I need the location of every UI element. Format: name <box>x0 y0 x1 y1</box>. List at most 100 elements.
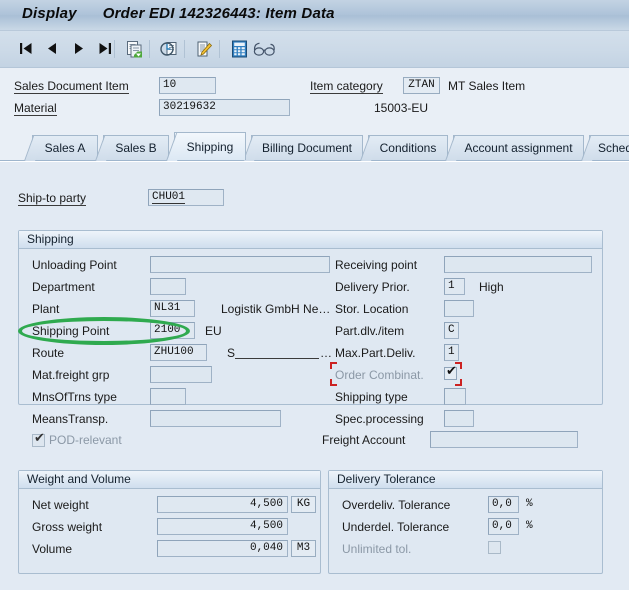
shipping-point-field[interactable]: 2100 <box>150 322 195 339</box>
underdel-tolerance-unit: % <box>526 520 533 532</box>
route-field[interactable]: ZHU100 <box>150 344 207 361</box>
net-weight-field[interactable]: 4,500 <box>157 496 288 513</box>
application-toolbar <box>0 31 629 68</box>
shipping-type-field[interactable] <box>444 388 466 405</box>
previous-record-icon <box>47 43 56 54</box>
display-header-details-icon <box>197 41 212 56</box>
tab-shipping[interactable]: Shipping <box>174 132 246 160</box>
toolbar-separator <box>219 40 220 58</box>
spec-processing-field[interactable] <box>444 410 474 427</box>
tab-billing-document[interactable]: Billing Document <box>251 135 363 160</box>
sales-document-item-label: Sales Document Item <box>14 79 129 94</box>
copy-items-button[interactable] <box>122 37 146 61</box>
unloading-point-label: Unloading Point <box>32 258 117 272</box>
availability-button[interactable] <box>227 37 251 61</box>
copy-documents-icon <box>126 40 142 57</box>
tab-label: Sales A <box>44 141 86 155</box>
last-record-icon <box>99 43 111 54</box>
route-description-ellipsis: … <box>320 346 332 360</box>
delivery-tolerance-group-title: Delivery Tolerance <box>329 471 602 489</box>
underdel-tolerance-label: Underdel. Tolerance <box>342 520 450 534</box>
glasses-icon <box>253 42 275 56</box>
tab-account-assignment[interactable]: Account assignment <box>453 135 584 160</box>
freight-account-label: Freight Account <box>322 433 406 447</box>
shipping-group-title: Shipping <box>19 231 602 249</box>
last-record-button[interactable] <box>92 37 116 61</box>
toolbar-separator <box>184 40 185 58</box>
department-field[interactable] <box>150 278 186 295</box>
receiving-point-field[interactable] <box>444 256 592 273</box>
next-record-icon <box>74 43 83 54</box>
part-dlv-item-field[interactable]: C <box>444 322 459 339</box>
route-label: Route <box>32 346 65 360</box>
volume-unit-field[interactable]: M3 <box>291 540 316 557</box>
document-flow-button[interactable] <box>157 37 181 61</box>
ship-to-party-field[interactable]: CHU01 <box>148 189 224 206</box>
route-description-fill <box>235 358 319 359</box>
tab-schedule-lines[interactable]: Sched <box>589 135 629 160</box>
toolbar-separator <box>149 40 150 58</box>
title-object: Order EDI 142326443: Item Data <box>102 5 335 22</box>
ship-to-party-label: Ship-to party <box>18 191 87 206</box>
first-record-button[interactable] <box>14 37 38 61</box>
max-part-deliv-field[interactable]: 1 <box>444 344 459 361</box>
overdeliv-tolerance-field[interactable]: 0,0 <box>488 496 519 513</box>
shipping-point-description: EU <box>205 324 222 338</box>
overdeliv-tolerance-label: Overdeliv. Tolerance <box>342 498 451 512</box>
tab-label: Shipping <box>186 139 234 154</box>
unloading-point-field[interactable] <box>150 256 330 273</box>
mat-freight-grp-field[interactable] <box>150 366 212 383</box>
document-header-area: Sales Document Item 10 Material 30219632… <box>0 68 629 130</box>
ship-to-party-value: CHU01 <box>152 191 186 204</box>
gross-weight-label: Gross weight <box>32 520 103 534</box>
pod-relevant-checkbox[interactable]: ✔ <box>32 431 45 447</box>
item-category-label: Item category <box>310 79 383 94</box>
sales-document-item-field[interactable]: 10 <box>159 77 216 94</box>
pod-relevant-label: POD-relevant <box>49 433 122 447</box>
tab-label: Billing Document <box>261 141 353 155</box>
mns-of-trns-type-field[interactable] <box>150 388 186 405</box>
gross-weight-field[interactable]: 4,500 <box>157 518 288 535</box>
weight-volume-group-box: Weight and Volume Net weight 4,500 KG Gr… <box>18 470 321 574</box>
display-doc-header-button[interactable] <box>192 37 216 61</box>
underdel-tolerance-field[interactable]: 0,0 <box>488 518 519 535</box>
tab-strip: Sales A Sales B Shipping Billing Documen… <box>0 130 629 162</box>
stor-location-field[interactable] <box>444 300 474 317</box>
window-title-bar: Display Order EDI 142326443: Item Data <box>0 0 629 31</box>
net-weight-unit-field[interactable]: KG <box>291 496 316 513</box>
weight-volume-group-title: Weight and Volume <box>19 471 320 489</box>
tab-sales-b[interactable]: Sales B <box>103 135 169 160</box>
means-transp-label: MeansTransp. <box>32 412 109 426</box>
tab-sales-a[interactable]: Sales A <box>32 135 98 160</box>
material-field[interactable]: 30219632 <box>159 99 290 116</box>
document-flow-icon <box>159 41 176 56</box>
freight-account-field[interactable] <box>430 431 578 448</box>
previous-record-button[interactable] <box>40 37 64 61</box>
order-combination-checkbox[interactable]: ✔ <box>444 365 457 380</box>
tab-conditions[interactable]: Conditions <box>368 135 448 160</box>
display-range-button[interactable] <box>251 37 279 61</box>
first-record-icon <box>19 43 31 54</box>
shipping-group-box: Shipping Unloading Point Department Plan… <box>18 230 603 448</box>
shipping-type-label: Shipping type <box>335 390 408 404</box>
title-action: Display <box>22 5 77 22</box>
delivery-prior-label: Delivery Prior. <box>335 280 410 294</box>
means-transp-field[interactable] <box>150 410 281 427</box>
item-category-field[interactable]: ZTAN <box>403 77 440 94</box>
part-dlv-item-label: Part.dlv./item <box>335 324 405 338</box>
material-description: 15003-EU <box>374 101 429 115</box>
stor-location-label: Stor. Location <box>335 302 409 316</box>
calculator-icon <box>231 40 247 58</box>
next-record-button[interactable] <box>66 37 90 61</box>
unlimited-tol-checkbox[interactable] <box>488 541 501 554</box>
volume-field[interactable]: 0,040 <box>157 540 288 557</box>
toolbar-separator <box>114 40 115 58</box>
delivery-tolerance-group-box: Delivery Tolerance Overdeliv. Tolerance … <box>328 470 603 574</box>
checkmark-icon: ✔ <box>34 431 45 446</box>
delivery-prior-field[interactable]: 1 <box>444 278 465 295</box>
receiving-point-label: Receiving point <box>335 258 418 272</box>
volume-label: Volume <box>32 542 73 556</box>
plant-field[interactable]: NL31 <box>150 300 195 317</box>
order-combination-label: Order Combinat. <box>335 368 424 382</box>
department-label: Department <box>32 280 95 294</box>
